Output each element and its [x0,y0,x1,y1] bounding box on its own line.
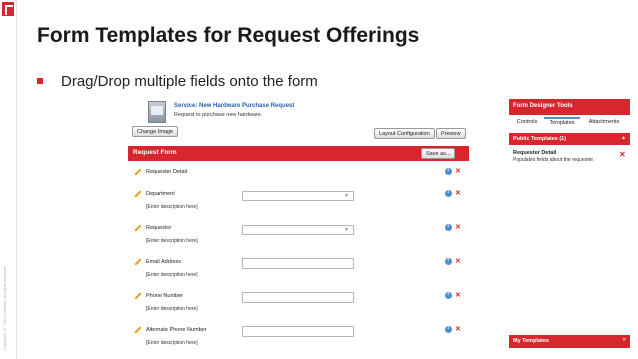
info-icon[interactable] [445,257,452,265]
preview-button[interactable]: Preview [436,128,466,139]
field-input[interactable] [242,326,354,337]
chevron-down-icon: ▼ [344,227,349,233]
change-image-button[interactable]: Change Image [132,126,179,137]
field-description[interactable]: [Enter description here] [146,204,198,210]
pencil-icon[interactable] [134,293,140,299]
field-input[interactable] [242,258,354,269]
form-field-row[interactable]: Email Address [Enter description here] ✕ [128,257,469,287]
tools-header: Form Designer Tools [509,99,630,115]
close-icon[interactable]: ✕ [455,190,461,197]
close-icon[interactable]: ✕ [455,292,461,299]
field-label: Alternate Phone Number [146,327,207,333]
field-description[interactable]: [Enter description here] [146,306,198,312]
close-icon[interactable]: ✕ [455,168,461,175]
copyright-text: Copyright © 2013 Landesk. All rights res… [2,265,7,350]
pencil-icon[interactable] [134,259,140,265]
save-as-button[interactable]: Save as... [421,148,456,159]
form-field-row[interactable]: Alternate Phone Number [Enter description… [128,325,469,349]
brand-logo-icon [2,2,14,16]
field-description[interactable]: [Enter description here] [146,340,198,346]
chevron-up-icon[interactable]: ▲ [621,135,626,141]
request-form-title: Request Form [133,149,177,156]
chevron-down-icon: ▼ [344,193,349,199]
double-chevron-up-icon[interactable]: » [623,337,626,343]
field-select[interactable]: ▼ [242,225,354,235]
info-icon[interactable] [445,325,452,333]
pencil-icon[interactable] [134,225,140,231]
pencil-icon[interactable] [134,327,140,333]
close-icon[interactable]: ✕ [455,326,461,333]
field-label: Requester Detail [146,169,187,175]
tools-tabs: Controls Templates Attachments [509,117,630,128]
tab-attachments[interactable]: Attachments [582,117,626,128]
template-item-description: Populates fields about the requester. [513,157,595,163]
brand-strip: Copyright © 2013 Landesk. All rights res… [0,0,17,359]
field-description[interactable]: [Enter description here] [146,238,198,244]
service-image-icon [148,101,166,123]
field-label: Department [146,191,175,197]
info-icon[interactable] [445,223,452,231]
field-label: Phone Number [146,293,183,299]
tools-title: Form Designer Tools [513,103,573,109]
info-icon[interactable] [445,189,452,197]
form-field-row[interactable]: Requestor [Enter description here] ▼ ✕ [128,223,469,253]
form-field-row[interactable]: Phone Number [Enter description here] ✕ [128,291,469,321]
close-icon[interactable]: ✕ [619,150,626,159]
field-input[interactable] [242,292,354,303]
info-icon[interactable] [445,167,452,175]
my-templates-section[interactable]: My Templates » [509,335,630,348]
form-designer-panel: Service: New Hardware Purchase Request R… [128,99,469,349]
layout-configuration-button[interactable]: Layout Configuration [374,128,435,139]
field-label: Requestor [146,225,172,231]
pencil-icon[interactable] [134,191,140,197]
request-form-header: Request Form Save as... [128,146,469,161]
pencil-icon[interactable] [134,169,140,175]
public-templates-section[interactable]: Public Templates (1) ▲ [509,133,630,145]
bullet-text: Drag/Drop multiple fields onto the form [61,72,318,90]
info-icon[interactable] [445,291,452,299]
service-description: Request to purchase new hardware. [174,112,263,118]
form-field-row[interactable]: Department [Enter description here] ▼ ✕ [128,189,469,219]
bullet-item: Drag/Drop multiple fields onto the form [37,72,318,90]
close-icon[interactable]: ✕ [455,258,461,265]
close-icon[interactable]: ✕ [455,224,461,231]
my-templates-title: My Templates [513,338,549,344]
bullet-square-icon [37,78,43,84]
field-description[interactable]: [Enter description here] [146,272,198,278]
form-designer-tools: Form Designer Tools Controls Templates A… [509,99,630,349]
service-title[interactable]: Service: New Hardware Purchase Request [174,103,294,109]
slide-title: Form Templates for Request Offerings [37,24,420,47]
public-templates-title: Public Templates (1) [513,136,567,142]
tab-controls[interactable]: Controls [512,117,542,128]
field-select[interactable]: ▼ [242,191,354,201]
field-label: Email Address [146,259,182,265]
template-item-name[interactable]: Requester Detail [513,150,556,156]
tab-templates[interactable]: Templates [544,117,580,128]
